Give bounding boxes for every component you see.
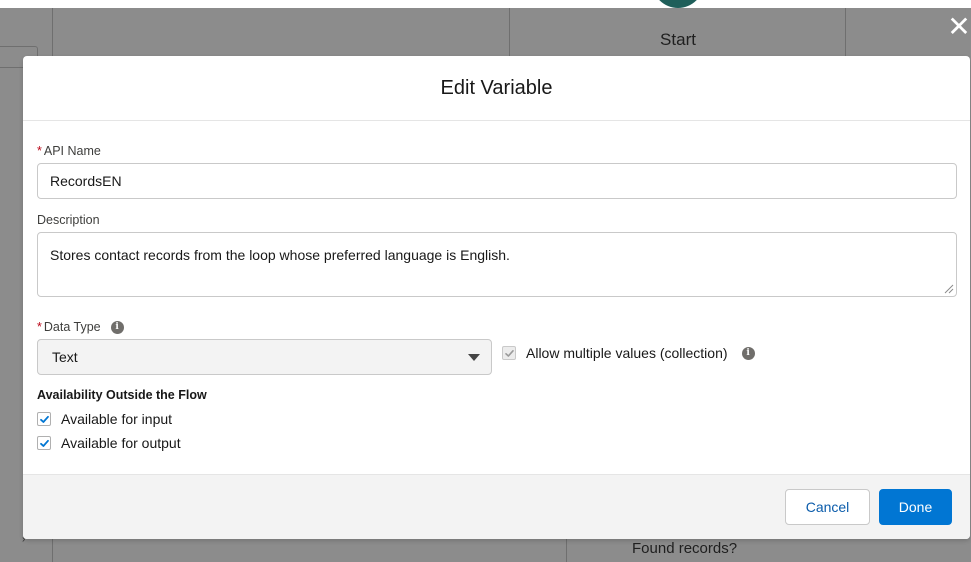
- allow-multiple-checkbox[interactable]: [502, 346, 516, 360]
- available-output-row: Available for output: [37, 435, 181, 451]
- done-button[interactable]: Done: [879, 489, 952, 525]
- checkmark-icon: [40, 439, 49, 447]
- checkmark-icon: [40, 415, 49, 423]
- cancel-button[interactable]: Cancel: [785, 489, 870, 525]
- allow-multiple-label: Allow multiple values (collection): [526, 345, 728, 361]
- info-icon[interactable]: i: [741, 346, 755, 360]
- resize-handle-icon[interactable]: [944, 284, 954, 294]
- api-name-label-text: API Name: [43, 144, 101, 158]
- start-node-label: Start: [660, 30, 696, 49]
- allow-multiple-row: Allow multiple values (collection) i: [502, 345, 755, 361]
- data-type-label-text: Data Type: [43, 320, 101, 334]
- canvas-top-strip: [0, 0, 971, 8]
- modal-footer: Cancel Done: [23, 474, 970, 539]
- modal-body: *API Name Description Stores contact rec…: [23, 56, 970, 474]
- chevron-down-icon: [468, 354, 480, 361]
- available-output-checkbox[interactable]: [37, 436, 51, 450]
- canvas-divider: [509, 8, 510, 56]
- api-name-label: * API Name: [37, 144, 101, 158]
- data-type-selected-value: Text: [52, 349, 78, 365]
- available-input-checkbox[interactable]: [37, 412, 51, 426]
- data-type-select[interactable]: Text: [37, 339, 492, 375]
- description-textarea[interactable]: Stores contact records from the loop who…: [37, 232, 957, 297]
- canvas-divider: [845, 8, 846, 56]
- edit-variable-modal: Edit Variable *API Name Description Stor…: [23, 56, 970, 539]
- api-name-input[interactable]: [37, 163, 957, 199]
- decision-node-label: Found records?: [632, 540, 738, 557]
- info-icon[interactable]: i: [110, 320, 124, 334]
- availability-heading: Availability Outside the Flow: [37, 388, 207, 402]
- available-input-row: Available for input: [37, 411, 172, 427]
- close-icon[interactable]: ✕: [947, 13, 971, 41]
- available-input-label: Available for input: [61, 411, 173, 427]
- required-marker: *: [37, 144, 42, 158]
- canvas-divider: [566, 539, 567, 562]
- data-type-label: * Data Type i: [37, 320, 124, 334]
- available-output-label: Available for output: [61, 435, 181, 451]
- description-label: Description: [37, 213, 100, 227]
- required-marker: *: [37, 320, 42, 334]
- checkmark-icon: [505, 350, 514, 357]
